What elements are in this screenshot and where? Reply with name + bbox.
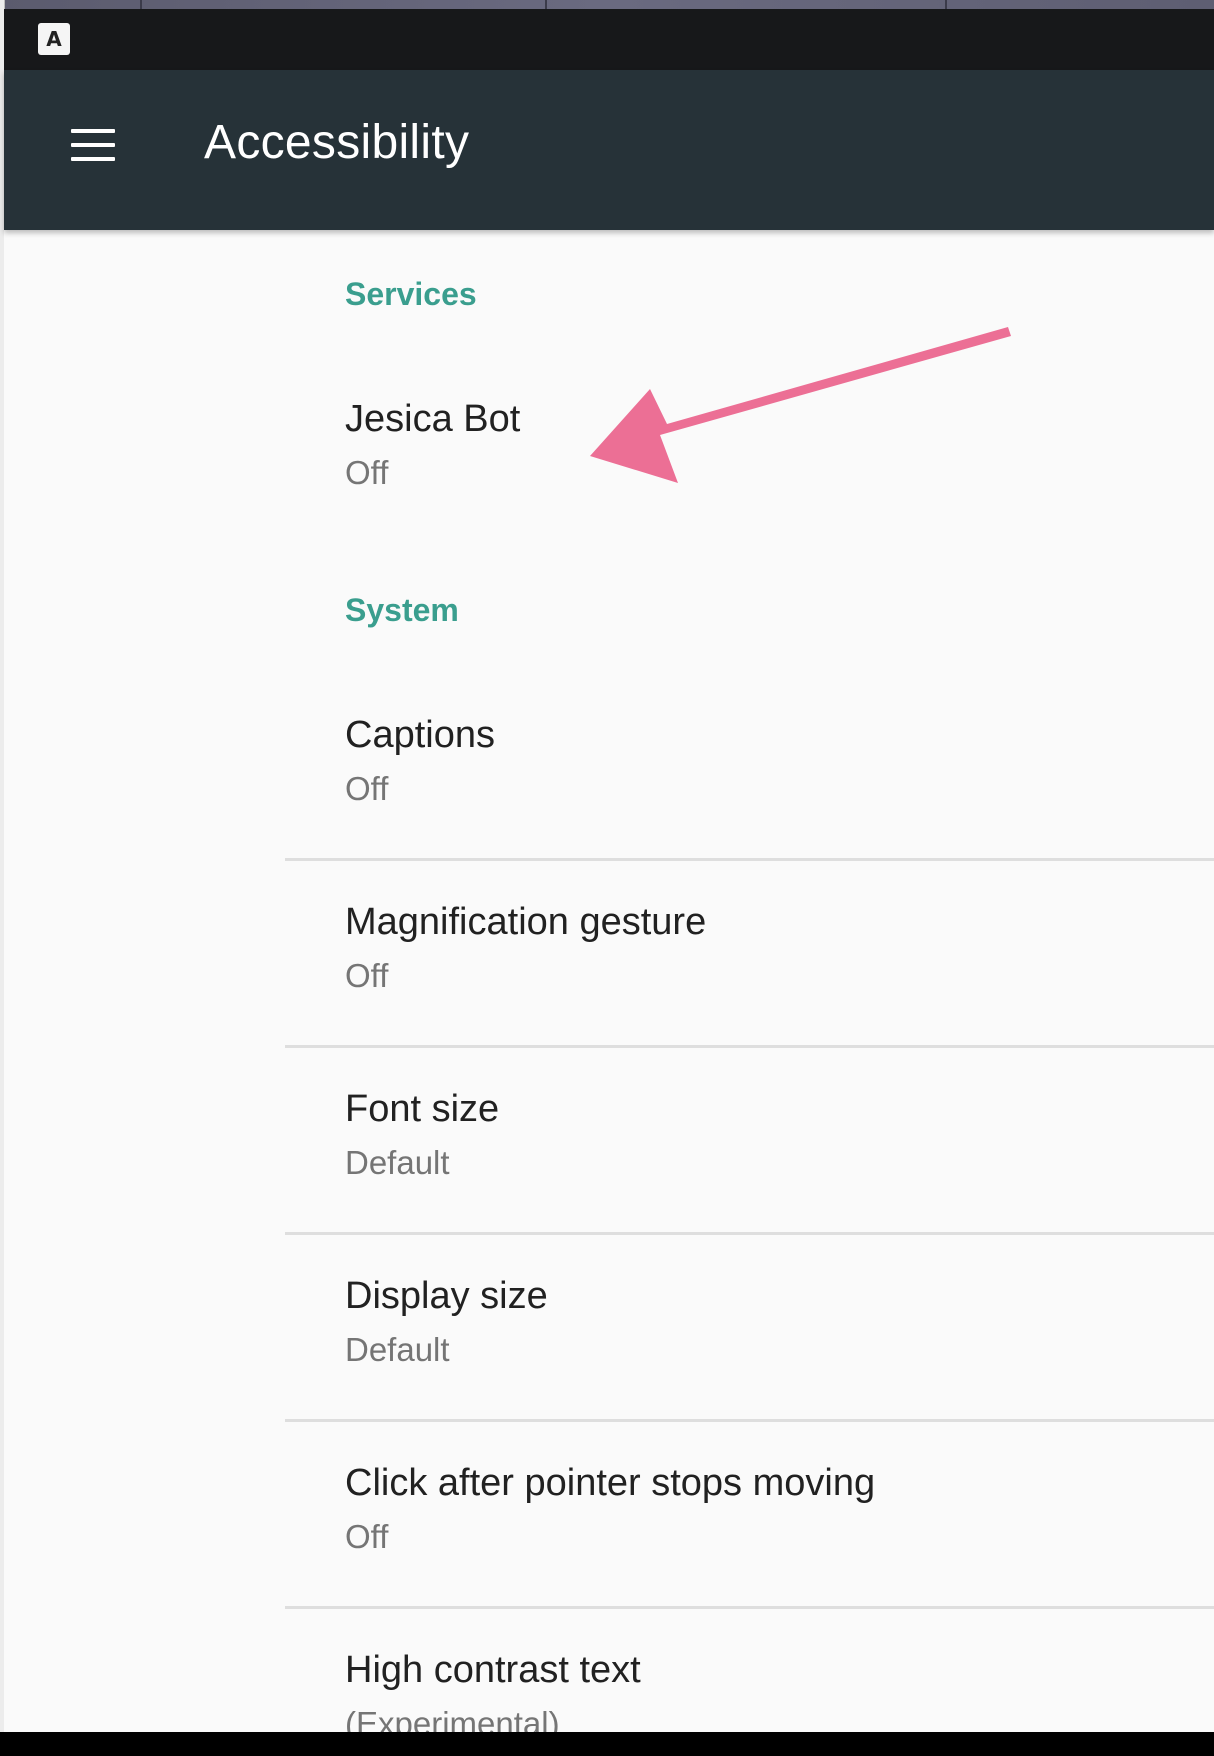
navigation-bar <box>0 1732 1214 1756</box>
pref-summary: Off <box>345 454 389 491</box>
hamburger-menu-icon[interactable] <box>67 123 119 167</box>
app-toolbar: Accessibility <box>4 70 1214 230</box>
pref-summary: Default <box>345 1144 450 1181</box>
pref-item-display-size[interactable]: Display size Default <box>4 1237 1214 1423</box>
pref-item-magnification-gesture[interactable]: Magnification gesture Off <box>4 863 1214 1049</box>
pref-title: Display size <box>345 1275 548 1317</box>
app-notification-letter: A <box>46 27 62 51</box>
list-divider <box>285 1232 1214 1235</box>
list-divider <box>285 858 1214 861</box>
pref-summary: Default <box>345 1331 450 1368</box>
pref-title: Magnification gesture <box>345 901 707 943</box>
strip-separator <box>545 0 547 9</box>
pref-summary: Off <box>345 770 389 807</box>
pref-item-click-after-pointer-stops[interactable]: Click after pointer stops moving Off <box>4 1424 1214 1610</box>
pref-title: Captions <box>345 714 495 756</box>
pref-summary: Off <box>345 1518 389 1555</box>
settings-list: Services Jesica Bot Off System Captions … <box>4 230 1214 1742</box>
status-bar: A <box>4 9 1214 70</box>
page-title: Accessibility <box>204 116 470 169</box>
section-header-services: Services <box>345 276 477 312</box>
list-divider <box>285 1419 1214 1422</box>
pref-title: Font size <box>345 1088 500 1130</box>
pref-title: High contrast text <box>345 1649 641 1691</box>
app-notification-icon: A <box>38 23 70 55</box>
pref-title: Click after pointer stops moving <box>345 1462 876 1504</box>
strip-separator <box>945 0 947 9</box>
pref-item-jesica-bot[interactable]: Jesica Bot Off <box>4 360 1214 546</box>
pref-item-font-size[interactable]: Font size Default <box>4 1050 1214 1236</box>
desktop-background-strip <box>0 0 1214 9</box>
list-divider <box>285 1606 1214 1609</box>
pref-item-captions[interactable]: Captions Off <box>4 676 1214 862</box>
strip-separator <box>140 0 142 9</box>
pref-title: Jesica Bot <box>345 398 521 440</box>
section-header-system: System <box>345 592 459 628</box>
list-divider <box>285 1045 1214 1048</box>
android-screen: A Accessibility Services Jesica Bot Off … <box>0 0 1214 1756</box>
pref-summary: Off <box>345 957 389 994</box>
